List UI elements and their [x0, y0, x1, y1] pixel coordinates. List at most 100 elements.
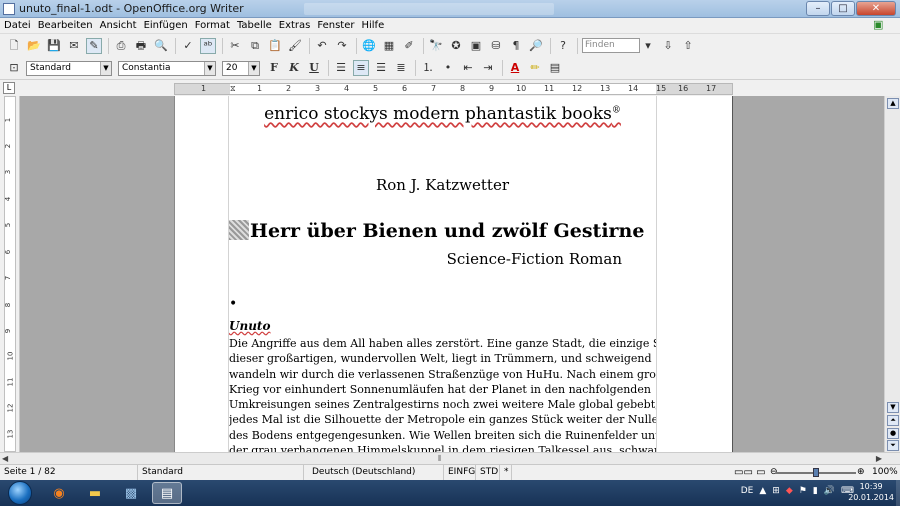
scroll-right-icon[interactable]: ▶ — [876, 454, 882, 463]
ruler-indent-marker[interactable]: ⧖ — [230, 84, 236, 94]
decrease-indent-icon[interactable]: ⇤ — [460, 60, 476, 76]
menu-extras[interactable]: Extras — [279, 20, 311, 31]
find-previous-icon[interactable]: ⇧ — [680, 38, 696, 54]
document-page[interactable]: enrico stockys modern phantastik books® … — [174, 96, 733, 452]
start-button[interactable] — [8, 481, 32, 505]
scroll-up-icon[interactable]: ▲ — [887, 98, 899, 109]
document-close-icon[interactable]: ▣ — [873, 19, 886, 31]
network-icon[interactable]: ▮ — [813, 486, 818, 496]
menu-bearbeiten[interactable]: Bearbeiten — [38, 20, 93, 31]
print-icon[interactable]: 🖶 — [133, 38, 149, 54]
navigation-icon[interactable]: ● — [887, 428, 899, 439]
view-layout-icons[interactable]: ▭▭ ▭ — [730, 465, 770, 481]
edit-mode-icon[interactable]: ✎ — [86, 37, 102, 54]
minimize-button[interactable]: – — [806, 1, 830, 16]
font-size-select[interactable]: 20 ▼ — [222, 60, 260, 76]
menu-tabelle[interactable]: Tabelle — [237, 20, 272, 31]
save-icon[interactable]: 💾 — [46, 38, 62, 54]
align-center-icon[interactable]: ≡ — [353, 60, 369, 76]
spellcheck-icon[interactable]: ✓ — [180, 38, 196, 54]
tray-app-icon[interactable]: ⊞ — [772, 486, 780, 496]
scroll-down-icon[interactable]: ▼ — [887, 402, 899, 413]
show-desktop-button[interactable] — [896, 480, 900, 506]
close-button[interactable]: ✕ — [856, 1, 896, 16]
writer-taskbar-icon[interactable]: ▤ — [152, 482, 182, 504]
horizontal-ruler[interactable]: 1 ⧖ 1 2 3 4 5 6 7 8 9 10 11 12 13 14 15 … — [174, 83, 733, 95]
next-page-icon[interactable]: ⏷ — [887, 440, 899, 451]
zoom-slider[interactable] — [776, 468, 856, 477]
font-color-icon[interactable]: A — [507, 60, 523, 76]
find-dropdown-icon[interactable]: ▾ — [640, 38, 656, 54]
font-name-select[interactable]: Constantia ▼ — [118, 60, 216, 76]
gallery-icon[interactable]: ▣ — [468, 38, 484, 54]
justify-icon[interactable]: ≣ — [393, 60, 409, 76]
formatting-marks-icon[interactable]: ¶ — [508, 38, 524, 54]
find-next-icon[interactable]: ⇩ — [660, 38, 676, 54]
new-document-icon[interactable]: 🗋 — [6, 38, 22, 54]
zoom-in-icon[interactable]: ⊕ — [857, 465, 865, 480]
action-center-icon[interactable]: ⚑ — [799, 486, 807, 496]
data-sources-icon[interactable]: ⛁ — [488, 38, 504, 54]
hyperlink-icon[interactable]: 🌐 — [361, 38, 377, 54]
menu-format[interactable]: Format — [195, 20, 230, 31]
styles-formatting-icon[interactable]: ⊡ — [6, 60, 22, 76]
format-paintbrush-icon[interactable]: 🖌 — [287, 38, 303, 54]
language-indicator[interactable]: Deutsch (Deutschland) — [304, 465, 444, 481]
scroll-left-icon[interactable]: ◀ — [2, 454, 8, 463]
show-draw-functions-icon[interactable]: ✐ — [401, 38, 417, 54]
tab-stop-selector[interactable]: L — [3, 82, 15, 94]
navigator-icon[interactable]: ✪ — [448, 38, 464, 54]
vertical-ruler[interactable]: 1 2 3 4 5 6 7 8 9 10 11 12 13 — [0, 96, 20, 452]
highlight-icon[interactable]: ✏ — [527, 60, 543, 76]
email-icon[interactable]: ✉ — [66, 38, 82, 54]
find-input[interactable]: Finden — [582, 38, 640, 53]
background-color-icon[interactable]: ▤ — [547, 60, 563, 76]
zoom-slider-knob[interactable] — [813, 468, 819, 477]
italic-button[interactable]: K — [286, 60, 302, 76]
help-icon[interactable]: ? — [555, 38, 571, 54]
increase-indent-icon[interactable]: ⇥ — [480, 60, 496, 76]
cut-icon[interactable]: ✂ — [227, 38, 243, 54]
bold-button[interactable]: F — [266, 60, 282, 76]
selection-mode[interactable]: STD — [476, 465, 500, 481]
vertical-scrollbar[interactable]: ▲ ▼ ⏶ ● ⏷ — [884, 96, 900, 452]
menu-datei[interactable]: Datei — [4, 20, 31, 31]
volume-icon[interactable]: 🔊 — [824, 486, 835, 496]
bullets-icon[interactable]: • — [440, 60, 456, 76]
maximize-button[interactable]: □ — [831, 1, 855, 16]
undo-icon[interactable]: ↶ — [314, 38, 330, 54]
page-style[interactable]: Standard — [138, 465, 304, 481]
print-preview-icon[interactable]: 🔍 — [153, 38, 169, 54]
menu-einfuegen[interactable]: Einfügen — [144, 20, 188, 31]
previous-page-icon[interactable]: ⏶ — [887, 415, 899, 426]
picture-viewer-icon[interactable]: ▩ — [116, 482, 146, 504]
underline-button[interactable]: U — [306, 60, 322, 76]
find-replace-icon[interactable]: 🔭 — [428, 38, 444, 54]
align-right-icon[interactable]: ☰ — [373, 60, 389, 76]
zoom-level[interactable]: 100% — [872, 465, 898, 480]
open-folder-icon[interactable]: 📂 — [26, 38, 42, 54]
tray-expand-icon[interactable]: ▲ — [759, 486, 766, 496]
redo-icon[interactable]: ↷ — [334, 38, 350, 54]
zoom-icon[interactable]: 🔎 — [528, 38, 544, 54]
auto-spellcheck-icon[interactable]: ᵃᵇ — [200, 37, 216, 54]
horizontal-scrollbar[interactable]: ◀ ⦀ ▶ — [0, 452, 900, 464]
menu-fenster[interactable]: Fenster — [317, 20, 354, 31]
scroll-grip-icon[interactable]: ⦀ — [438, 454, 442, 464]
menu-ansicht[interactable]: Ansicht — [100, 20, 137, 31]
numbering-icon[interactable]: ⒈ — [420, 60, 436, 76]
insert-mode[interactable]: EINFG — [444, 465, 476, 481]
table-icon[interactable]: ▦ — [381, 38, 397, 54]
explorer-folder-icon[interactable]: ▬ — [80, 482, 110, 504]
firefox-icon[interactable]: ◉ — [44, 482, 74, 504]
language-bar-icon[interactable]: DE — [741, 486, 754, 496]
paragraph-style-select[interactable]: Standard ▼ — [26, 60, 112, 76]
export-pdf-icon[interactable]: ⎙ — [113, 38, 129, 54]
align-left-icon[interactable]: ☰ — [333, 60, 349, 76]
copy-icon[interactable]: ⧉ — [247, 38, 263, 54]
taskbar-clock[interactable]: 10:39 20.01.2014 — [848, 481, 894, 503]
paste-icon[interactable]: 📋 — [267, 38, 283, 54]
menu-hilfe[interactable]: Hilfe — [361, 20, 384, 31]
page-indicator[interactable]: Seite 1 / 82 — [0, 465, 138, 481]
pdf-tray-icon[interactable]: ◆ — [786, 486, 793, 496]
